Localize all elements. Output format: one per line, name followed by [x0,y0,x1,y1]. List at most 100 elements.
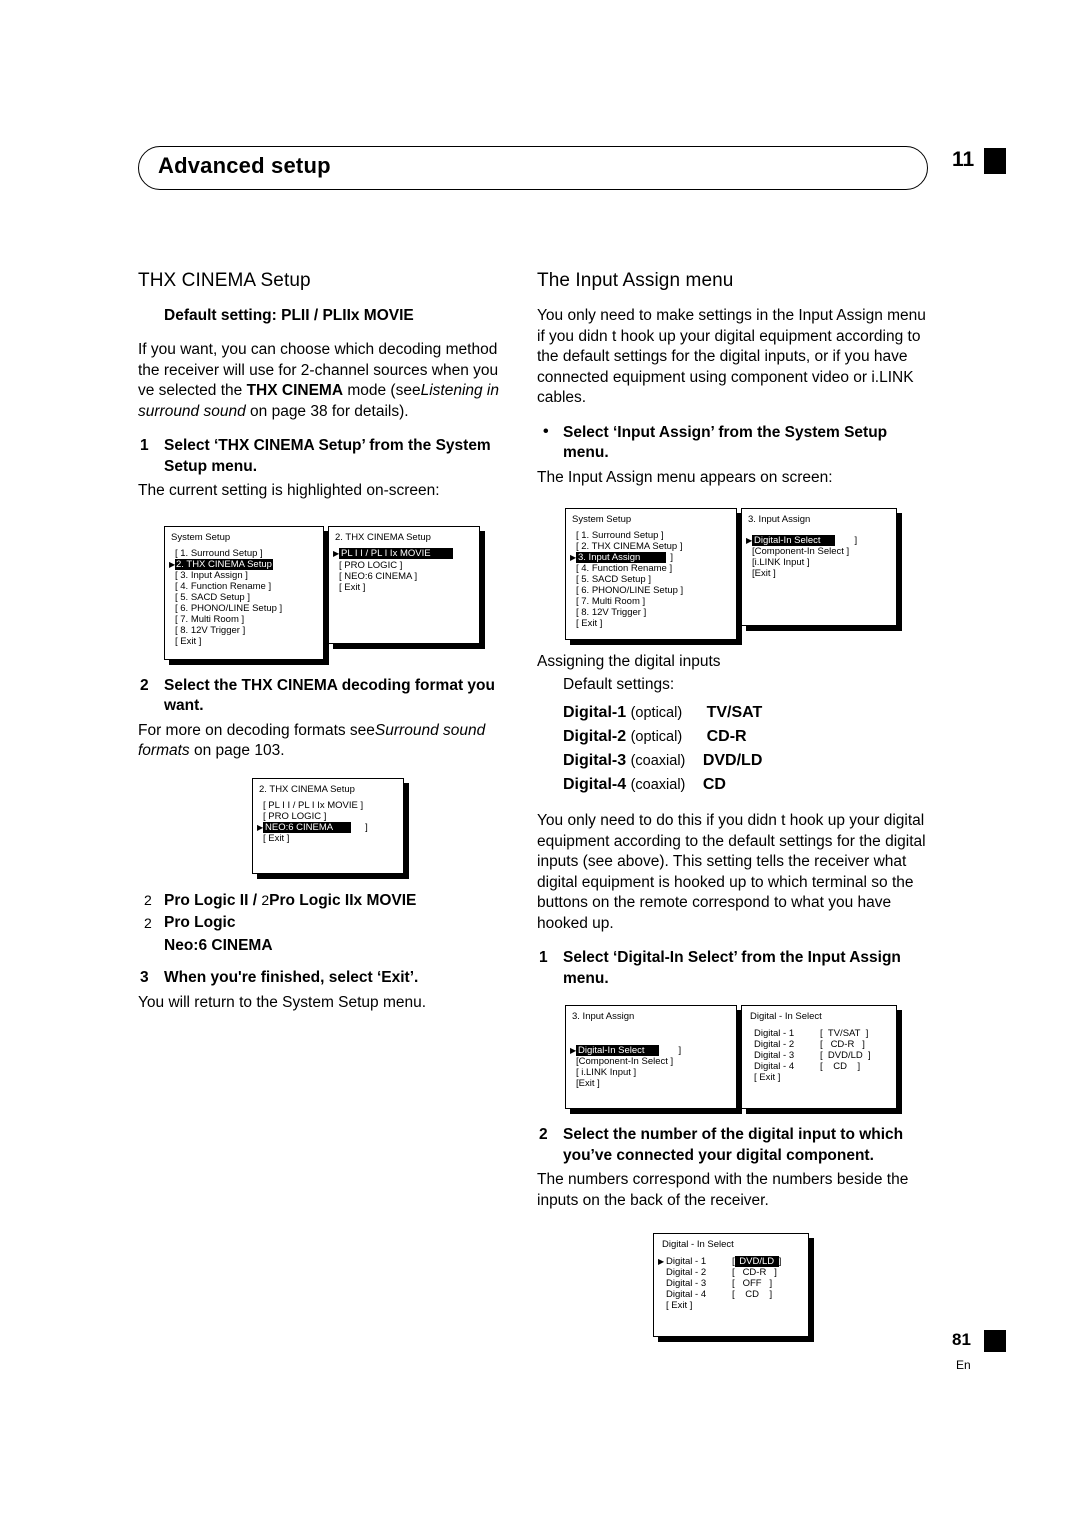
osd-title: 3. Input Assign [572,1011,635,1022]
left-step-3-number: 3 [140,969,149,986]
left-intro-paragraph: If you want, you can choose which decodi… [138,340,518,422]
osd-row: [ PRO LOGIC ] [263,810,327,822]
osd-row-highlight-text: PL I I / PL I Ix MOVIE [339,547,453,559]
osd-row: [ PRO LOGIC ] [339,559,403,571]
assign-row: Digital-2 (optical) CD-R [563,725,929,749]
osd-row-bracket: ] [854,535,858,546]
osd-value-text: TV/SAT [827,1028,861,1039]
osd-value-text: CD [833,1061,847,1072]
right-bullet-1-text: Select ‘Input Assign’ from the System Se… [563,423,888,462]
osd-row: [ 7. Multi Room ] [576,596,646,607]
left-option-2: 2 Pro Logic [138,913,518,934]
chapter-number: 11 [952,148,975,171]
osd-row: [ 6. PHONO/LINE Setup ] [175,602,283,614]
assign-row-value: CD-R [706,728,747,745]
left-column: THX CINEMA Setup Default setting: PLII /… [138,270,518,1027]
osd-row: [ 8. 12V Trigger ] [175,624,246,636]
left-step-3-text: When you're finished, select ‘Exit’. [164,969,419,986]
osd-input-assign-1: 3. Input Assign ▶ Digital-In Select] [Co… [741,508,897,626]
osd-row: [ 5. SACD Setup ] [175,591,250,603]
osd-row-value: [ CD-R ] [732,1267,777,1278]
osd-row-highlight-text: NEO:6 CINEMA [263,821,352,833]
osd-row-value: [ DVD/LD ] [820,1050,871,1061]
left-step-1: 1 Select ‘THX CINEMA Setup’ from the Sys… [138,436,518,477]
osd-system-setup: System Setup [ 1. Surround Setup ] ▶ 2. … [164,525,324,660]
assign-row: Digital-1 (optical) TV/SAT [563,701,929,725]
osd-row: [ 4. Function Rename ] [576,563,673,574]
cursor-arrow-icon: ▶ [658,1257,665,1266]
osd-title: 2. THX CINEMA Setup [259,783,355,795]
osd-row-label: Digital - 1 [754,1028,795,1039]
osd-row-bracket: ] [670,552,673,563]
left-section-title: THX CINEMA Setup [138,270,311,291]
language-code: En [956,1358,971,1372]
assign-row-name: Digital-2 [563,728,627,745]
page-header: Advanced setup [138,146,928,190]
osd-row-bracket: ] [678,1045,682,1056]
osd-row: [ Exit ] [175,635,202,647]
left-step-2-number: 2 [140,676,149,694]
left-option-1-label2: Pro Logic IIx MOVIE [269,891,417,909]
osd-row: [ 4. Function Rename ] [175,580,272,592]
assign-row-type: (optical) [630,729,683,745]
left-intro-part3: on page 38 for details). [245,402,409,420]
osd-row: [ NEO:6 CINEMA ] [339,570,418,582]
osd-row: [ Exit ] [576,618,603,629]
osd-row-value: [ TV/SAT ] [820,1028,869,1039]
osd-row-value: [ OFF ] [732,1278,773,1289]
right-step-2-text: Select the number of the digital input t… [563,1126,904,1164]
osd-thx-cinema-setup-2: 2. THX CINEMA Setup [ PL I I / PL I Ix M… [252,777,404,874]
osd-exit-row: [ Exit ] [666,1300,693,1311]
osd-exit-row: [ Exit ] [754,1072,781,1083]
left-step-2-sub-p1: For more on decoding formats see [138,721,375,739]
osd-row: [ PL I I / PL I Ix MOVIE ] [263,799,364,811]
assign-row-type: (optical) [630,705,683,721]
left-option-3: Neo:6 CINEMA [138,936,518,957]
page-number: 81 [952,1330,971,1349]
left-option-2-marker: 2 [144,915,152,931]
osd-row-highlighted: PL I I / PL I Ix MOVIE [339,547,453,560]
right-bullet-1-sub: The Input Assign menu appears on screen: [537,468,833,486]
osd-row-highlight-text: Digital-In Select [752,535,835,546]
left-step-1-text: Select ‘THX CINEMA Setup’ from the Syste… [164,437,491,475]
osd-thx-cinema-setup-1: 2. THX CINEMA Setup ▶ PL I I / PL I Ix M… [328,525,480,644]
right-intro-paragraph: You only need to make settings in the In… [537,307,926,406]
osd-row: [ 5. SACD Setup ] [576,574,651,585]
assign-row-name: Digital-1 [563,704,627,721]
osd-value-text: CD-R [742,1267,767,1278]
osd-value-text: DVD/LD [739,1256,775,1267]
osd-row-label: Digital - 1 [666,1256,707,1267]
bullet-dot-icon: • [543,422,549,440]
right-diagram-2: 3. Input Assign ▶ Digital-In Select] [Co… [537,997,929,1125]
osd-row: [ 6. PHONO/LINE Setup ] [576,585,684,596]
osd-row: [ i.LINK Input ] [576,1067,637,1078]
left-step-2-sub-p2: on page 103. [189,742,285,759]
osd-row-value: [ CD ] [732,1289,773,1300]
osd-row-label: Digital - 4 [666,1289,707,1300]
assign-row-value: DVD/LD [702,752,763,769]
osd-row: [ 2. THX CINEMA Setup ] [576,541,683,552]
assign-default-list: Digital-1 (optical) TV/SAT Digital-2 (op… [537,701,929,797]
osd-row-label: Digital - 3 [754,1050,795,1061]
osd-value-text: DVD/LD [827,1050,863,1061]
right-column: The Input Assign menu You only need to m… [537,270,929,1345]
osd-title: System Setup [171,531,231,543]
assign-sub: Default settings: [563,675,675,693]
osd-row: [ Exit ] [339,581,366,593]
osd-row: [ 1. Surround Setup ] [576,530,664,541]
left-intro-part2: mode (see [343,382,421,399]
osd-row-label: Digital - 2 [666,1267,707,1278]
right-diagram-3: Digital - In Select ▶ Digital - 1 [ DVD/… [537,1225,929,1345]
osd-title: 2. THX CINEMA Setup [335,531,431,543]
osd-title: 3. Input Assign [748,514,811,525]
osd-row-label: Digital - 3 [666,1278,707,1289]
right-step-2-number: 2 [539,1126,548,1143]
osd-row-highlight-text: 2. THX CINEMA Setup [175,558,273,570]
osd-row: [ 3. Input Assign ] [175,569,248,581]
left-option-1-marker2: 2 [261,891,270,908]
osd-row-highlighted: NEO:6 CINEMA] [263,821,368,834]
osd-title: Digital - In Select [750,1011,822,1022]
assign-row-type: (coaxial) [630,753,686,769]
left-option-3-label: Neo:6 CINEMA [164,936,273,954]
right-step-1: 1 Select ‘Digital-In Select’ from the In… [537,948,929,989]
